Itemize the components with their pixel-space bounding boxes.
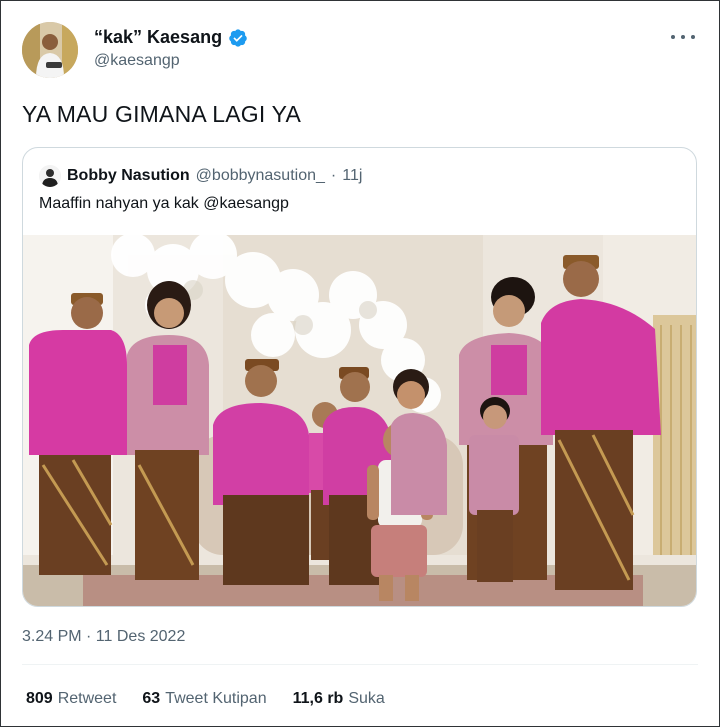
like-number: 11,6 rb [292,690,344,707]
family-photo-image [23,235,696,606]
quoted-tweet-text: Maaffin nahyan ya kak @kaesangp [39,195,289,212]
author-avatar[interactable] [22,22,78,78]
retweet-count[interactable]: 809 Retweet [26,690,116,708]
quote-tweet-label: Tweet Kutipan [165,690,267,707]
avatar-image [22,22,78,78]
tweet-timestamp[interactable]: 3.24 PM · 11 Des 2022 [22,628,185,646]
retweet-number: 809 [26,690,53,707]
author-handle[interactable]: @kaesangp [94,52,180,70]
author-display-name[interactable]: “kak” Kaesang [94,27,222,48]
retweet-label: Retweet [57,690,117,707]
quoted-separator: · [330,167,337,184]
quoted-tweet-header: Bobby Nasution @bobbynasution_ · 11j [39,165,362,187]
verified-badge-icon [228,28,248,48]
quoted-tweet-photo[interactable] [23,235,696,606]
quoted-author-avatar[interactable] [39,165,61,187]
more-options-icon[interactable] [671,27,695,47]
quoted-tweet[interactable]: Bobby Nasution @bobbynasution_ · 11j Maa… [22,147,697,607]
tweet-text: YA MAU GIMANA LAGI YA [22,101,302,127]
like-count[interactable]: 11,6 rb Suka [293,690,385,708]
tweet-stats: 809 Retweet 63 Tweet Kutipan 11,6 rb Suka [26,690,385,708]
quoted-time[interactable]: 11j [342,167,362,185]
stats-divider [22,664,698,665]
quote-tweet-number: 63 [142,690,161,707]
quoted-handle[interactable]: @bobbynasution_ [196,167,325,185]
author-name-row: “kak” Kaesang [94,27,248,48]
like-label: Suka [348,690,385,707]
tweet-card: “kak” Kaesang @kaesangp YA MAU GIMANA LA… [0,0,720,727]
quote-tweet-count[interactable]: 63 Tweet Kutipan [142,690,266,708]
quoted-display-name[interactable]: Bobby Nasution [67,167,190,185]
